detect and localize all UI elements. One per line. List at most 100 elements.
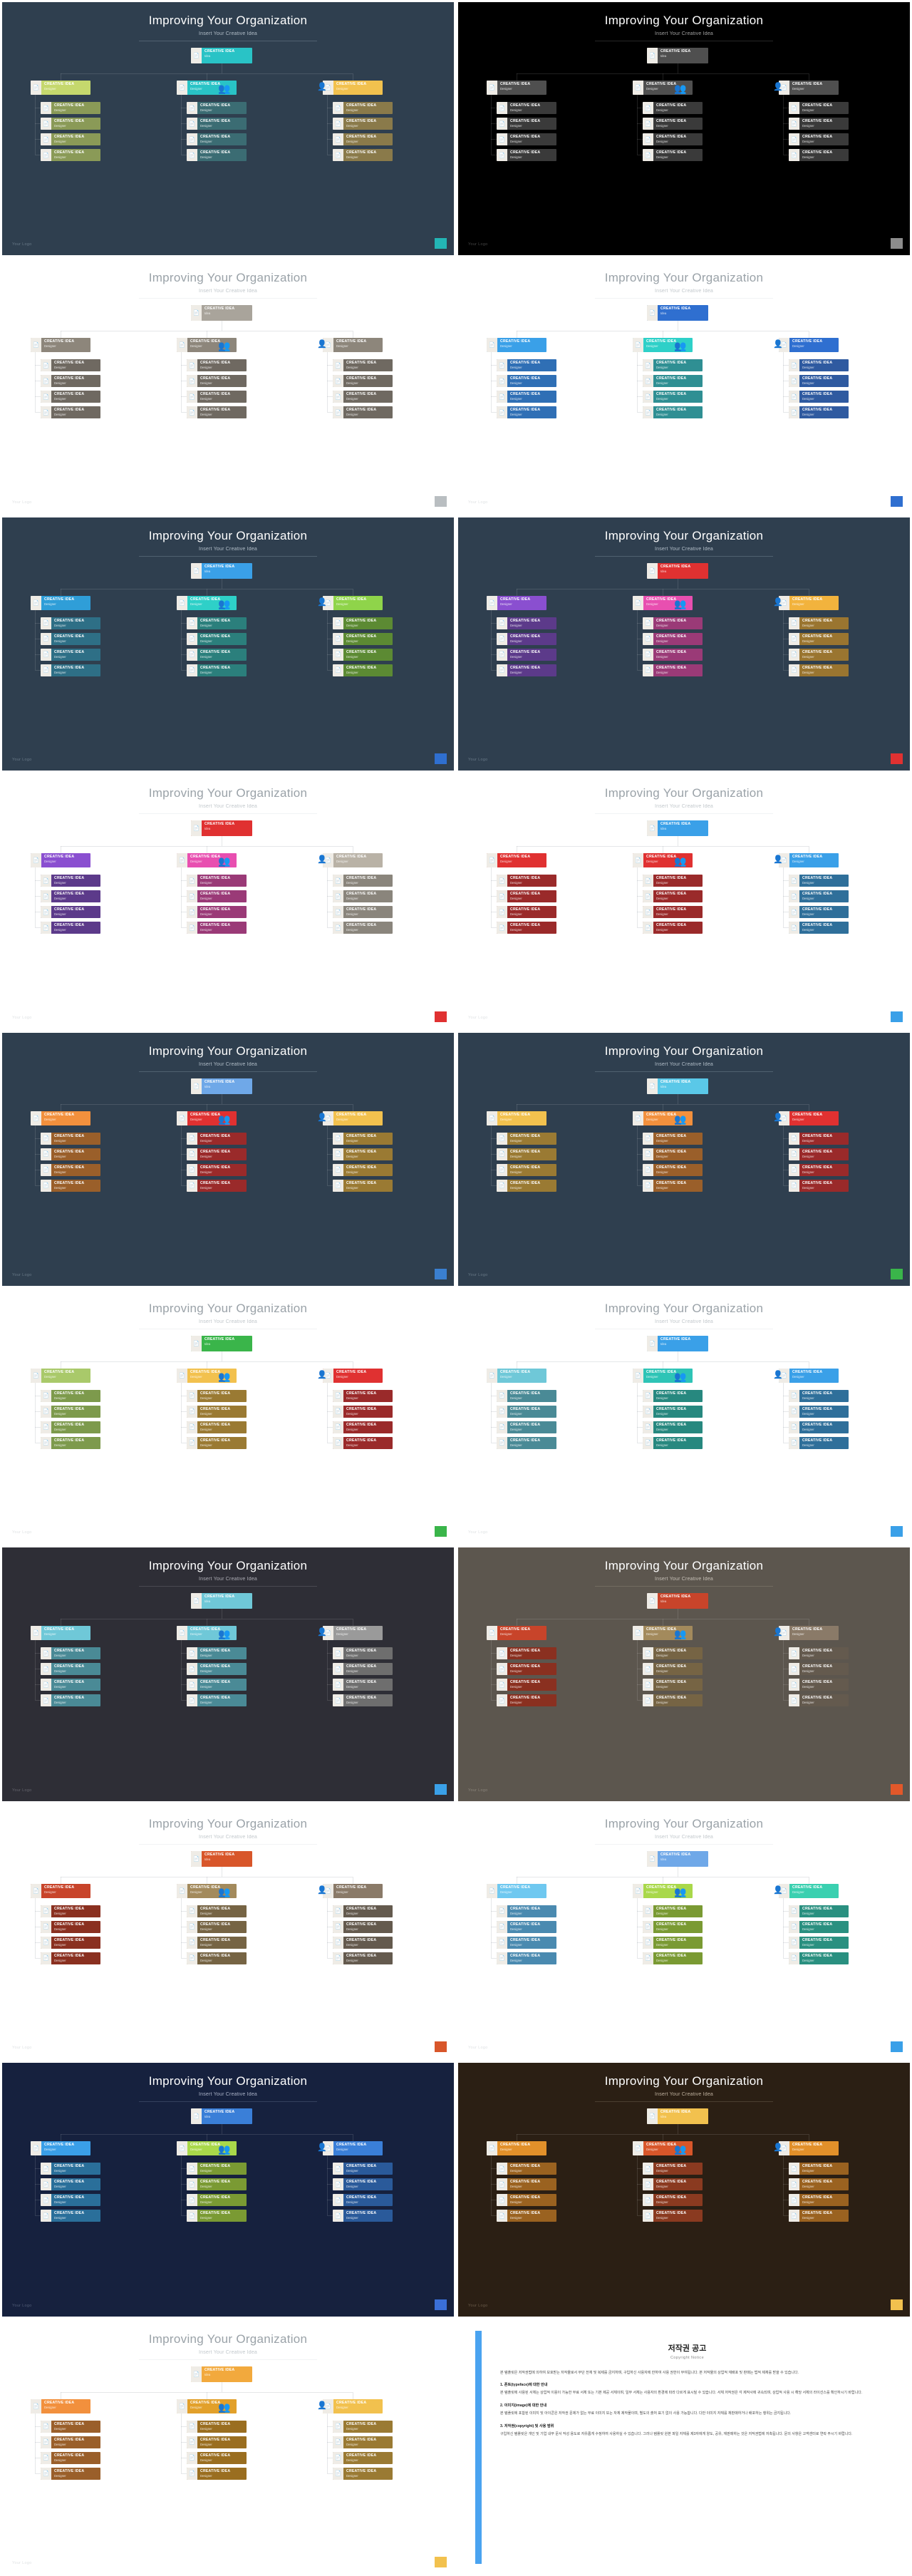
org-node-level3[interactable]: 📄 CREATIVE IDEA Designer [41,133,100,145]
org-node-level3[interactable]: 📄 CREATIVE IDEA Designer [41,406,100,419]
org-node-level3[interactable]: 📄 CREATIVE IDEA Designer [643,391,703,403]
org-node-level3[interactable]: 📄 CREATIVE IDEA Designer [333,1679,393,1691]
org-node-root[interactable]: 📄 CREATIVE IDEA Idea [647,1335,708,1351]
slide-18[interactable]: Improving Your Organization Insert Your … [456,2061,912,2319]
org-node-root[interactable]: 📄 CREATIVE IDEA Idea [191,305,252,321]
org-node-level3[interactable]: 📄 CREATIVE IDEA Designer [333,648,393,661]
org-node-level3[interactable]: 📄 CREATIVE IDEA Designer [41,118,100,130]
org-node-level3[interactable]: 📄 CREATIVE IDEA Designer [643,632,703,645]
org-node-level3[interactable]: 📄 CREATIVE IDEA Designer [333,2178,393,2191]
org-node-level3[interactable]: 📄 CREATIVE IDEA Designer [41,2194,100,2207]
org-node-level3[interactable]: 📄 CREATIVE IDEA Designer [789,118,849,130]
org-node-level3[interactable]: 📄 CREATIVE IDEA Designer [643,2194,703,2207]
org-node-root[interactable]: 📄 CREATIVE IDEA Idea [647,1078,708,1094]
org-node-level2[interactable]: 📄 CREATIVE IDEA Designer [323,853,383,868]
slide-11[interactable]: Improving Your Organization Insert Your … [0,1287,456,1546]
org-node-level3[interactable]: 📄 CREATIVE IDEA Designer [41,2178,100,2191]
org-node-level3[interactable]: 📄 CREATIVE IDEA Designer [41,1905,100,1917]
org-node-level3[interactable]: 📄 CREATIVE IDEA Designer [643,2163,703,2175]
org-node-level3[interactable]: 📄 CREATIVE IDEA Designer [187,890,247,903]
org-node-root[interactable]: 📄 CREATIVE IDEA Idea [191,1335,252,1351]
org-node-level3[interactable]: 📄 CREATIVE IDEA Designer [333,2436,393,2448]
org-node-level2[interactable]: 📄 CREATIVE IDEA Designer [323,2399,383,2413]
slide-5[interactable]: Improving Your Organization Insert Your … [0,515,456,773]
org-node-level3[interactable]: 📄 CREATIVE IDEA Designer [41,2467,100,2480]
org-node-level3[interactable]: 📄 CREATIVE IDEA Designer [187,133,247,145]
org-node-level3[interactable]: 📄 CREATIVE IDEA Designer [41,1663,100,1676]
org-node-level3[interactable]: 📄 CREATIVE IDEA Designer [187,1905,247,1917]
org-node-level3[interactable]: 📄 CREATIVE IDEA Designer [41,102,100,114]
org-node-level3[interactable]: 📄 CREATIVE IDEA Designer [41,1920,100,1933]
org-node-level3[interactable]: 📄 CREATIVE IDEA Designer [497,359,556,372]
slide-20-copyright[interactable]: 저작권 공고 Copyright Notice 본 템플릿은 저작권법에 의하여… [456,2318,912,2576]
org-node-level2[interactable]: 📄 CREATIVE IDEA Designer [323,595,383,610]
org-node-level3[interactable]: 📄 CREATIVE IDEA Designer [187,906,247,919]
org-node-level3[interactable]: 📄 CREATIVE IDEA Designer [41,375,100,388]
org-node-level3[interactable]: 📄 CREATIVE IDEA Designer [789,1405,849,1418]
org-node-level3[interactable]: 📄 CREATIVE IDEA Designer [643,1132,703,1145]
org-node-level3[interactable]: 📄 CREATIVE IDEA Designer [789,133,849,145]
org-node-level3[interactable]: 📄 CREATIVE IDEA Designer [41,391,100,403]
org-node-level3[interactable]: 📄 CREATIVE IDEA Designer [643,648,703,661]
org-node-level3[interactable]: 📄 CREATIVE IDEA Designer [41,664,100,676]
org-node-level2[interactable]: 📄 CREATIVE IDEA Designer [323,1111,383,1125]
org-node-level2[interactable]: 📄 CREATIVE IDEA Designer [323,1626,383,1641]
org-node-level3[interactable]: 📄 CREATIVE IDEA Designer [789,1148,849,1160]
org-node-level2[interactable]: 📄 CREATIVE IDEA Designer [31,2141,90,2156]
org-node-level3[interactable]: 📄 CREATIVE IDEA Designer [643,2178,703,2191]
org-node-level3[interactable]: 📄 CREATIVE IDEA Designer [333,1694,393,1707]
slide-17[interactable]: Improving Your Organization Insert Your … [0,2061,456,2319]
org-node-level3[interactable]: 📄 CREATIVE IDEA Designer [789,890,849,903]
org-node-level3[interactable]: 📄 CREATIVE IDEA Designer [789,906,849,919]
org-node-level3[interactable]: 📄 CREATIVE IDEA Designer [333,118,393,130]
org-node-level3[interactable]: 📄 CREATIVE IDEA Designer [41,1389,100,1402]
org-node-level3[interactable]: 📄 CREATIVE IDEA Designer [643,1436,703,1449]
org-node-level3[interactable]: 📄 CREATIVE IDEA Designer [497,375,556,388]
org-node-level3[interactable]: 📄 CREATIVE IDEA Designer [643,1694,703,1707]
org-node-level3[interactable]: 📄 CREATIVE IDEA Designer [333,2210,393,2222]
org-node-level3[interactable]: 📄 CREATIVE IDEA Designer [41,648,100,661]
org-node-level3[interactable]: 📄 CREATIVE IDEA Designer [643,406,703,419]
org-node-level3[interactable]: 📄 CREATIVE IDEA Designer [333,1421,393,1433]
org-node-level2[interactable]: 📄 CREATIVE IDEA Designer [487,1626,546,1641]
org-node-level2[interactable]: 📄 CREATIVE IDEA Designer [779,595,839,610]
org-node-level3[interactable]: 📄 CREATIVE IDEA Designer [789,375,849,388]
org-node-level3[interactable]: 📄 CREATIVE IDEA Designer [789,632,849,645]
org-node-level3[interactable]: 📄 CREATIVE IDEA Designer [643,1163,703,1176]
org-node-level2[interactable]: 📄 CREATIVE IDEA Designer [31,2399,90,2413]
slide-15[interactable]: Improving Your Organization Insert Your … [0,1803,456,2061]
org-node-level3[interactable]: 📄 CREATIVE IDEA Designer [497,1163,556,1176]
org-node-level3[interactable]: 📄 CREATIVE IDEA Designer [41,1163,100,1176]
org-node-level3[interactable]: 📄 CREATIVE IDEA Designer [333,906,393,919]
org-node-level3[interactable]: 📄 CREATIVE IDEA Designer [643,118,703,130]
org-node-level2[interactable]: 📄 CREATIVE IDEA Designer [487,853,546,868]
org-node-level3[interactable]: 📄 CREATIVE IDEA Designer [41,890,100,903]
org-node-level3[interactable]: 📄 CREATIVE IDEA Designer [333,406,393,419]
org-node-level3[interactable]: 📄 CREATIVE IDEA Designer [187,2194,247,2207]
org-node-level3[interactable]: 📄 CREATIVE IDEA Designer [497,632,556,645]
org-node-level3[interactable]: 📄 CREATIVE IDEA Designer [497,149,556,161]
org-node-root[interactable]: 📄 CREATIVE IDEA Idea [647,1593,708,1609]
org-node-level3[interactable]: 📄 CREATIVE IDEA Designer [333,1936,393,1949]
org-node-level3[interactable]: 📄 CREATIVE IDEA Designer [497,2194,556,2207]
org-node-level3[interactable]: 📄 CREATIVE IDEA Designer [643,922,703,934]
org-node-level3[interactable]: 📄 CREATIVE IDEA Designer [187,632,247,645]
org-node-level3[interactable]: 📄 CREATIVE IDEA Designer [789,1905,849,1917]
org-node-root[interactable]: 📄 CREATIVE IDEA Idea [647,48,708,63]
org-node-level3[interactable]: 📄 CREATIVE IDEA Designer [789,102,849,114]
org-node-level3[interactable]: 📄 CREATIVE IDEA Designer [789,1952,849,1964]
org-node-level3[interactable]: 📄 CREATIVE IDEA Designer [643,1936,703,1949]
org-node-level3[interactable]: 📄 CREATIVE IDEA Designer [789,1421,849,1433]
org-node-root[interactable]: 📄 CREATIVE IDEA Idea [647,1850,708,1867]
org-node-level2[interactable]: 📄 CREATIVE IDEA Designer [31,595,90,610]
slide-3[interactable]: Improving Your Organization Insert Your … [0,257,456,515]
org-node-level3[interactable]: 📄 CREATIVE IDEA Designer [41,2210,100,2222]
org-node-level3[interactable]: 📄 CREATIVE IDEA Designer [187,102,247,114]
org-node-level3[interactable]: 📄 CREATIVE IDEA Designer [789,875,849,887]
org-node-level3[interactable]: 📄 CREATIVE IDEA Designer [789,1920,849,1933]
org-node-level3[interactable]: 📄 CREATIVE IDEA Designer [41,906,100,919]
org-node-root[interactable]: 📄 CREATIVE IDEA Idea [191,1593,252,1609]
org-node-level3[interactable]: 📄 CREATIVE IDEA Designer [497,1663,556,1676]
org-node-root[interactable]: 📄 CREATIVE IDEA Idea [191,2366,252,2382]
org-node-level3[interactable]: 📄 CREATIVE IDEA Designer [643,1405,703,1418]
